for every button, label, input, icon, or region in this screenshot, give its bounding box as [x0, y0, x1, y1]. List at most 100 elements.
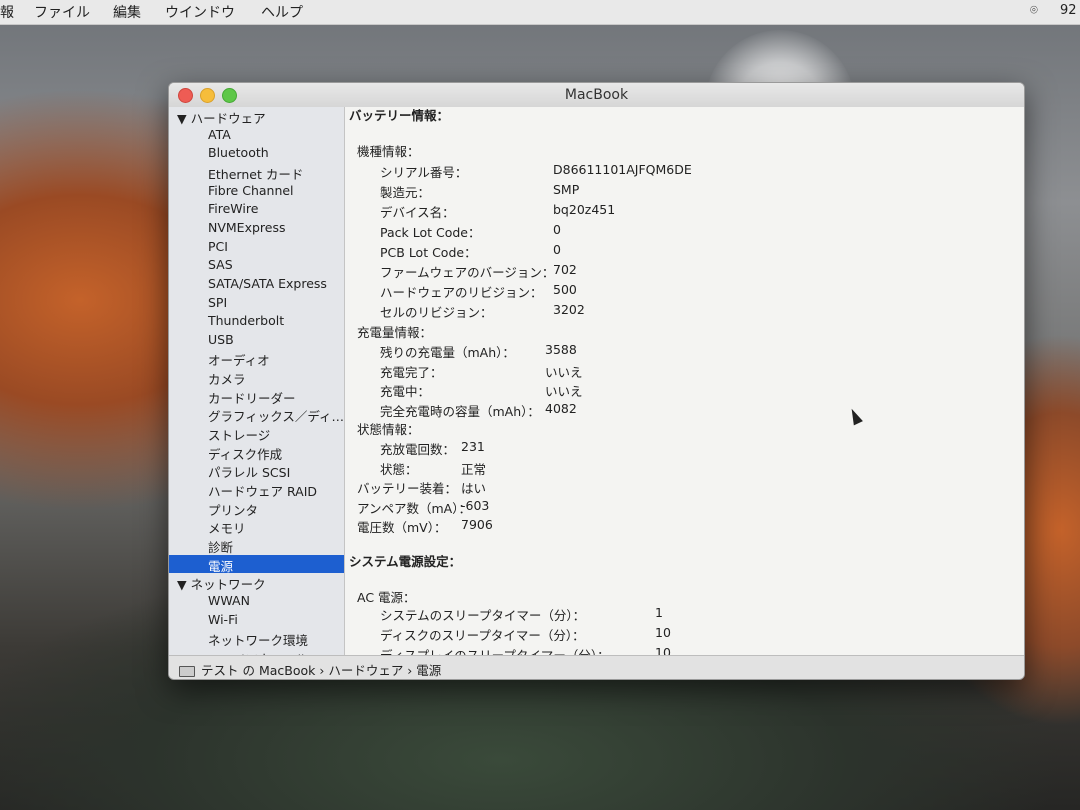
sidebar[interactable]: ▼ ハードウェア ATA Bluetooth Ethernet カード Fibre Ch…: [169, 107, 345, 655]
info-key: 状態：: [380, 461, 418, 477]
info-value: はい: [461, 481, 487, 496]
sidebar-item[interactable]: カードリーダー: [169, 387, 344, 406]
info-key: ディスプレイのスリープタイマー（分）：: [380, 645, 610, 655]
sidebar-item[interactable]: パラレル SCSI: [169, 461, 344, 481]
sidebar-item-label: Wi-Fi: [208, 611, 238, 627]
sidebar-item-label: メモリ: [208, 521, 246, 537]
info-value: いいえ: [545, 384, 583, 399]
sidebar-item[interactable]: 電源: [169, 554, 344, 574]
info-value: D86611101AJFQM6DE: [553, 162, 692, 177]
sidebar-item-label: WWAN: [208, 592, 250, 608]
sidebar-item[interactable]: NVMExpress: [169, 219, 344, 237]
battery-heading: バッテリー情報：: [349, 108, 450, 123]
menu-item-window[interactable]: ウインドウ: [165, 2, 235, 22]
info-key: シリアル番号：: [380, 165, 468, 180]
sidebar-item-label: 電源: [208, 558, 234, 574]
sidebar-item[interactable]: ストレージ: [169, 424, 344, 444]
menu-item-file[interactable]: ファイル: [34, 2, 90, 22]
airplay-icon[interactable]: ⌾: [1030, 3, 1038, 18]
sidebar-item-label: Ethernet カード: [208, 166, 304, 182]
sidebar-item[interactable]: ファイアウォール: [169, 648, 344, 655]
menu-item-edit[interactable]: 編集: [113, 2, 141, 22]
sidebar-item[interactable]: Bluetooth: [169, 144, 344, 162]
charge-heading: 充電量情報：: [357, 325, 433, 340]
sidebar-item[interactable]: グラフィックス／ディ…: [169, 405, 345, 425]
sidebar-group-label: ▼ ハードウェア: [177, 111, 266, 126]
info-value: SMP: [553, 182, 580, 197]
info-value: 500: [553, 282, 577, 297]
menu-item-help[interactable]: ヘルプ: [261, 2, 303, 22]
info-key: デバイス名：: [380, 205, 455, 220]
sidebar-item[interactable]: Ethernet カード: [169, 163, 344, 182]
sidebar-item[interactable]: WWAN: [169, 592, 344, 610]
sidebar-item[interactable]: PCI: [169, 238, 344, 256]
info-value: 702: [553, 262, 577, 277]
sidebar-item[interactable]: SAS: [169, 256, 344, 274]
sidebar-item-label: オーディオ: [208, 353, 270, 369]
sidebar-item[interactable]: プリンタ: [169, 499, 344, 518]
sidebar-item[interactable]: SATA/SATA Express: [169, 275, 344, 293]
sidebar-group[interactable]: ▼ ネットワーク: [169, 573, 344, 593]
sidebar-item[interactable]: FireWire: [169, 200, 344, 218]
info-value: 3202: [553, 302, 585, 317]
sidebar-group[interactable]: ▼ ハードウェア: [169, 107, 344, 126]
sidebar-item-label: パラレル SCSI: [208, 465, 291, 481]
info-key: 製造元：: [380, 185, 431, 200]
sidebar-item-label: ディスク作成: [208, 446, 283, 462]
info-value: 0: [553, 242, 561, 257]
info-key: 残りの充電量（mAh）：: [380, 345, 515, 360]
path-bar-text: テスト の MacBook › ハードウェア › 電源: [179, 660, 441, 679]
sidebar-item[interactable]: ATA: [169, 126, 344, 144]
sidebar-item-label: ATA: [208, 126, 231, 142]
info-value: 1: [655, 605, 663, 620]
info-key: アンペア数（mA）：: [357, 500, 471, 516]
path-bar: テスト の MacBook › ハードウェア › 電源: [169, 655, 1024, 679]
info-key: PCB Lot Code：: [380, 245, 477, 260]
sidebar-item[interactable]: ハードウェア RAID: [169, 480, 344, 499]
info-value: bq20z451: [553, 202, 616, 217]
sidebar-item[interactable]: ディスク作成: [169, 443, 344, 462]
sidebar-item[interactable]: Fibre Channel: [169, 182, 344, 200]
info-key: 充電中：: [380, 384, 431, 399]
sidebar-item[interactable]: Wi-Fi: [169, 611, 344, 629]
sidebar-item-label: ストレージ: [208, 428, 271, 444]
menu-bar: 報 ファイル 編集 ウインドウ ヘルプ ⌾ 92: [0, 0, 1080, 25]
info-key: ディスクのスリープタイマー（分）：: [380, 628, 585, 643]
info-key: 完全充電時の容量（mAh）：: [380, 403, 540, 419]
info-value: 231: [461, 439, 485, 454]
sidebar-item-label: グラフィックス／ディ…: [208, 409, 345, 425]
sidebar-item[interactable]: メモリ: [169, 517, 344, 537]
info-value: 7906: [461, 517, 493, 532]
info-key: Pack Lot Code：: [380, 225, 481, 240]
ac-power-heading: AC 電源：: [357, 590, 416, 605]
sidebar-item[interactable]: カメラ: [169, 368, 344, 388]
path-breadcrumb[interactable]: テスト の MacBook › ハードウェア › 電源: [201, 663, 441, 678]
sidebar-item-label: FireWire: [208, 201, 259, 217]
info-key: ファームウェアのバージョン：: [380, 265, 555, 280]
computer-icon: [179, 666, 195, 677]
sidebar-group-label: ▼ ネットワーク: [177, 577, 266, 593]
title-bar[interactable]: MacBook: [169, 83, 1024, 108]
power-heading: システム電源設定：: [349, 554, 462, 569]
sidebar-item[interactable]: ネットワーク環境: [169, 629, 344, 649]
sidebar-item[interactable]: 診断: [169, 536, 344, 555]
sidebar-item[interactable]: USB: [169, 331, 344, 349]
sidebar-item-label: ハードウェア RAID: [208, 484, 318, 499]
menu-item-info[interactable]: 報: [0, 2, 14, 22]
sidebar-item-label: カメラ: [208, 372, 246, 388]
sidebar-item-label: Fibre Channel: [208, 182, 294, 198]
sidebar-item-label: ネットワーク環境: [208, 633, 309, 649]
sidebar-item[interactable]: SPI: [169, 294, 344, 312]
info-key: システムのスリープタイマー（分）：: [380, 608, 586, 623]
info-value: -603: [461, 497, 490, 513]
sidebar-item[interactable]: Thunderbolt: [169, 312, 344, 330]
info-value: 0: [553, 222, 561, 237]
info-value: 10: [655, 625, 671, 640]
sidebar-item-label: USB: [208, 331, 234, 347]
battery-percent[interactable]: 92: [1060, 3, 1077, 18]
info-key: バッテリー装着：: [357, 481, 458, 496]
sidebar-item-label: 診断: [208, 539, 234, 555]
window-title: MacBook: [564, 87, 629, 103]
sidebar-item-label: Bluetooth: [208, 145, 269, 161]
sidebar-item[interactable]: オーディオ: [169, 349, 344, 369]
